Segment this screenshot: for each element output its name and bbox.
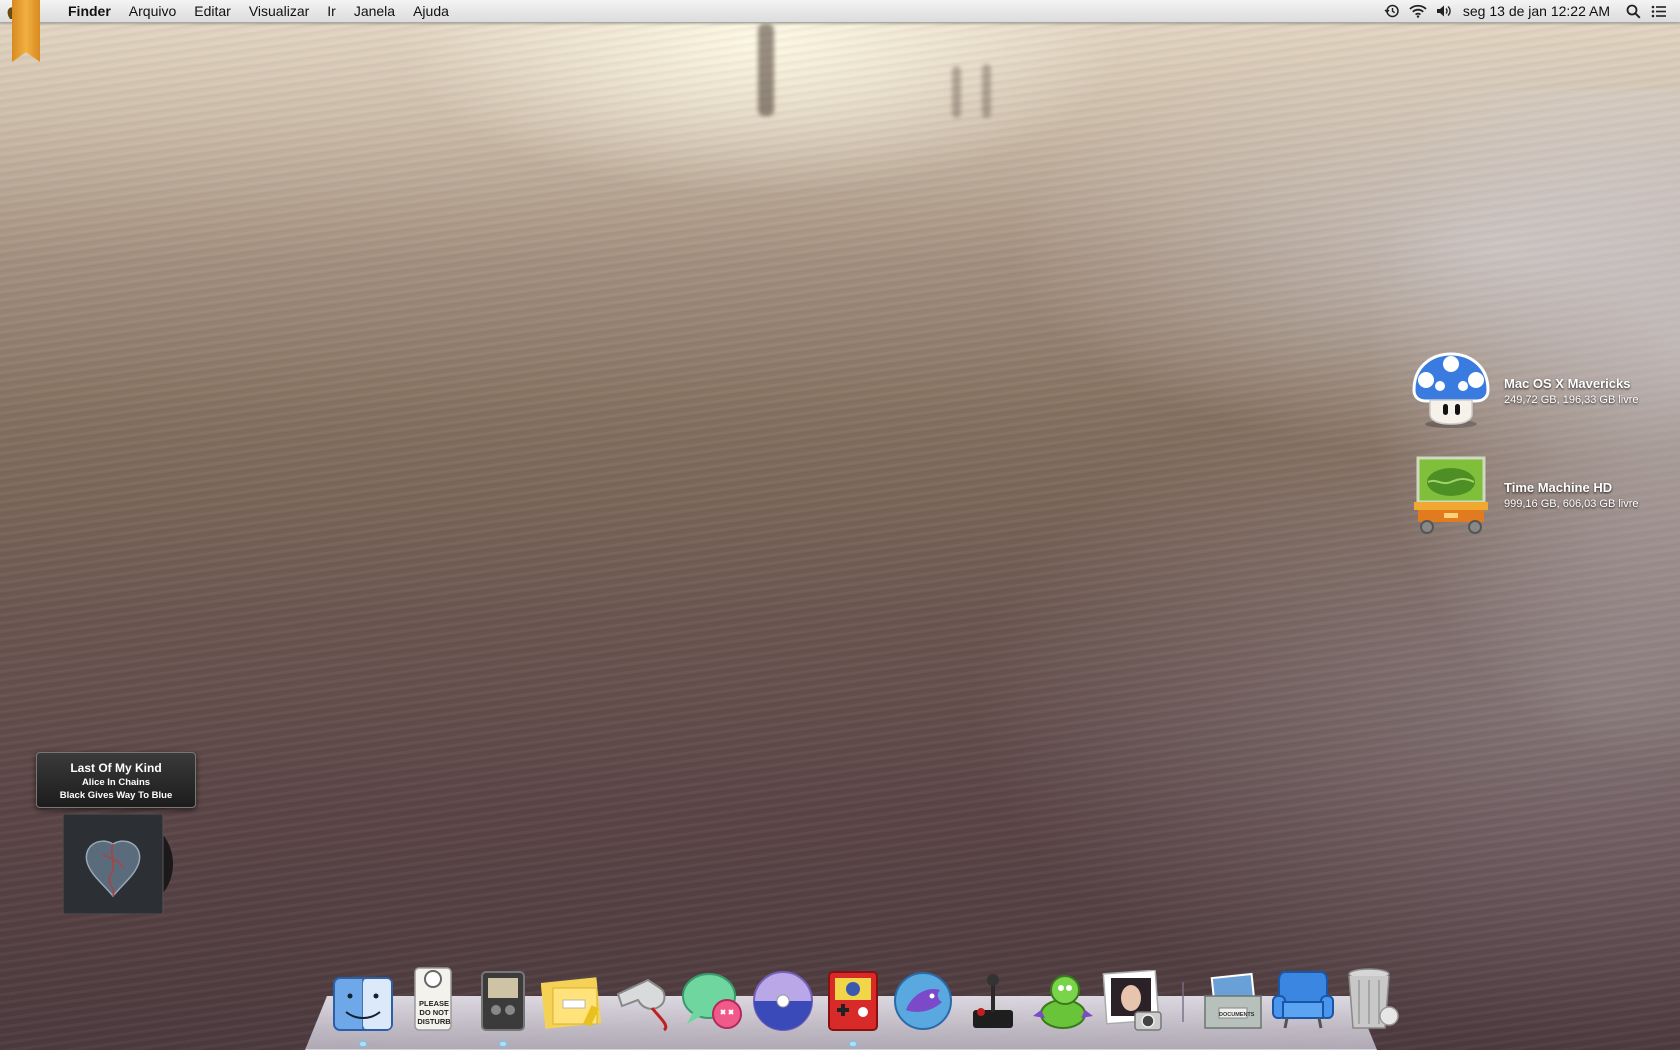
- dock-item-documents[interactable]: DOCUMENTS: [1200, 962, 1266, 1032]
- menu-bar-right: seg 13 de jan 12:22 AM: [1379, 0, 1680, 22]
- messages-icon: [682, 973, 742, 1029]
- desktop-item-info: 999,16 GB, 606,03 GB livre: [1504, 498, 1639, 510]
- now-playing-artist: Alice In Chains: [81, 777, 151, 788]
- menu-bar: Finder Arquivo Editar Visualizar Ir Jane…: [0, 0, 1680, 62]
- trash-icon: [1348, 968, 1399, 1029]
- cassette-icon: [481, 971, 525, 1031]
- menu-visualizar[interactable]: Visualizar: [240, 0, 318, 22]
- do-not-disturb-text: PLEASE DO NOT DISTURB: [417, 999, 451, 1026]
- time-machine-cart-icon[interactable]: [1410, 454, 1492, 536]
- desktop-item-text: Mac OS X Mavericks 249,72 GB, 196,33 GB …: [1504, 376, 1639, 406]
- dock-item-armchair[interactable]: [1270, 962, 1336, 1032]
- dock-item-whistle[interactable]: [610, 962, 676, 1032]
- documents-stack-icon: [1204, 972, 1262, 1029]
- running-indicator: [360, 1042, 366, 1046]
- desktop-item-name: Time Machine HD: [1504, 480, 1613, 495]
- dock-separator: [1182, 982, 1184, 1022]
- desktop-item-name: Mac OS X Mavericks: [1504, 376, 1631, 391]
- now-playing-widget[interactable]: Last Of My Kind Alice In Chains Black Gi…: [36, 752, 196, 808]
- dvd-player-icon: [753, 971, 813, 1031]
- running-indicator: [500, 1042, 506, 1046]
- dock-item-stickies[interactable]: [540, 962, 606, 1032]
- joystick-icon: [973, 974, 1013, 1028]
- stickies-notes-icon: [541, 977, 602, 1029]
- desktop-item-info: 249,72 GB, 196,33 GB livre: [1504, 394, 1639, 406]
- dock-item-dragon[interactable]: [1030, 962, 1096, 1032]
- documents-label: DOCUMENTS: [1219, 1012, 1255, 1018]
- photo-booth-icon: [1102, 970, 1162, 1031]
- dock-item-joystick[interactable]: [960, 962, 1026, 1032]
- dock-item-photo-booth[interactable]: [1100, 962, 1166, 1032]
- desktop-item-mavericks[interactable]: Mac OS X Mavericks 249,72 GB, 196,33 GB …: [1410, 350, 1639, 432]
- dragon-icon: [1033, 975, 1093, 1029]
- dock-item-do-not-disturb[interactable]: PLEASE DO NOT DISTURB: [400, 962, 466, 1032]
- desktop-item-text: Time Machine HD 999,16 GB, 606,03 GB liv…: [1504, 480, 1639, 510]
- fish-browser-icon: [894, 972, 952, 1030]
- wallpaper-figure: [758, 24, 774, 116]
- dock-item-cassette[interactable]: [470, 962, 536, 1046]
- dock-item-fish-browser[interactable]: [890, 962, 956, 1032]
- mushroom-drive-icon[interactable]: [1410, 350, 1492, 432]
- wallpaper-figure: [952, 66, 961, 118]
- menu-janela[interactable]: Janela: [345, 0, 404, 22]
- dock-item-trash[interactable]: [1340, 962, 1406, 1032]
- wallpaper-figure: [982, 64, 991, 118]
- menu-app-finder[interactable]: Finder: [28, 0, 120, 22]
- finder-icon: [333, 977, 393, 1031]
- dock-item-messages[interactable]: [680, 962, 746, 1032]
- time-machine-icon[interactable]: [1379, 0, 1405, 22]
- dock: PLEASE DO NOT DISTURB DOCUMENTS: [330, 962, 1410, 1046]
- wifi-icon[interactable]: [1405, 0, 1431, 22]
- desktop-item-time-machine[interactable]: Time Machine HD 999,16 GB, 606,03 GB liv…: [1410, 454, 1639, 536]
- menu-ir[interactable]: Ir: [318, 0, 345, 22]
- now-playing-album: Black Gives Way To Blue: [59, 790, 173, 801]
- bookmark-ribbon-icon: [12, 0, 40, 62]
- dock-item-gameboy[interactable]: [820, 962, 886, 1046]
- gameboy-app-icon: [828, 971, 878, 1031]
- menu-ajuda[interactable]: Ajuda: [404, 0, 458, 22]
- menu-bar-left: Finder Arquivo Editar Visualizar Ir Jane…: [0, 0, 458, 22]
- running-indicator: [850, 1042, 856, 1046]
- notification-center-icon[interactable]: [1646, 0, 1672, 22]
- album-art[interactable]: [62, 813, 173, 915]
- armchair-icon: [1272, 971, 1334, 1029]
- volume-icon[interactable]: [1431, 0, 1457, 22]
- menu-editar[interactable]: Editar: [185, 0, 240, 22]
- menu-bar-clock[interactable]: seg 13 de jan 12:22 AM: [1457, 0, 1620, 22]
- now-playing-title: Last Of My Kind: [70, 761, 162, 775]
- dock-item-finder[interactable]: [330, 962, 396, 1046]
- spotlight-icon[interactable]: [1620, 0, 1646, 22]
- whistle-icon: [616, 978, 668, 1032]
- dock-item-dvd-player[interactable]: [750, 962, 816, 1032]
- menu-arquivo[interactable]: Arquivo: [120, 0, 185, 22]
